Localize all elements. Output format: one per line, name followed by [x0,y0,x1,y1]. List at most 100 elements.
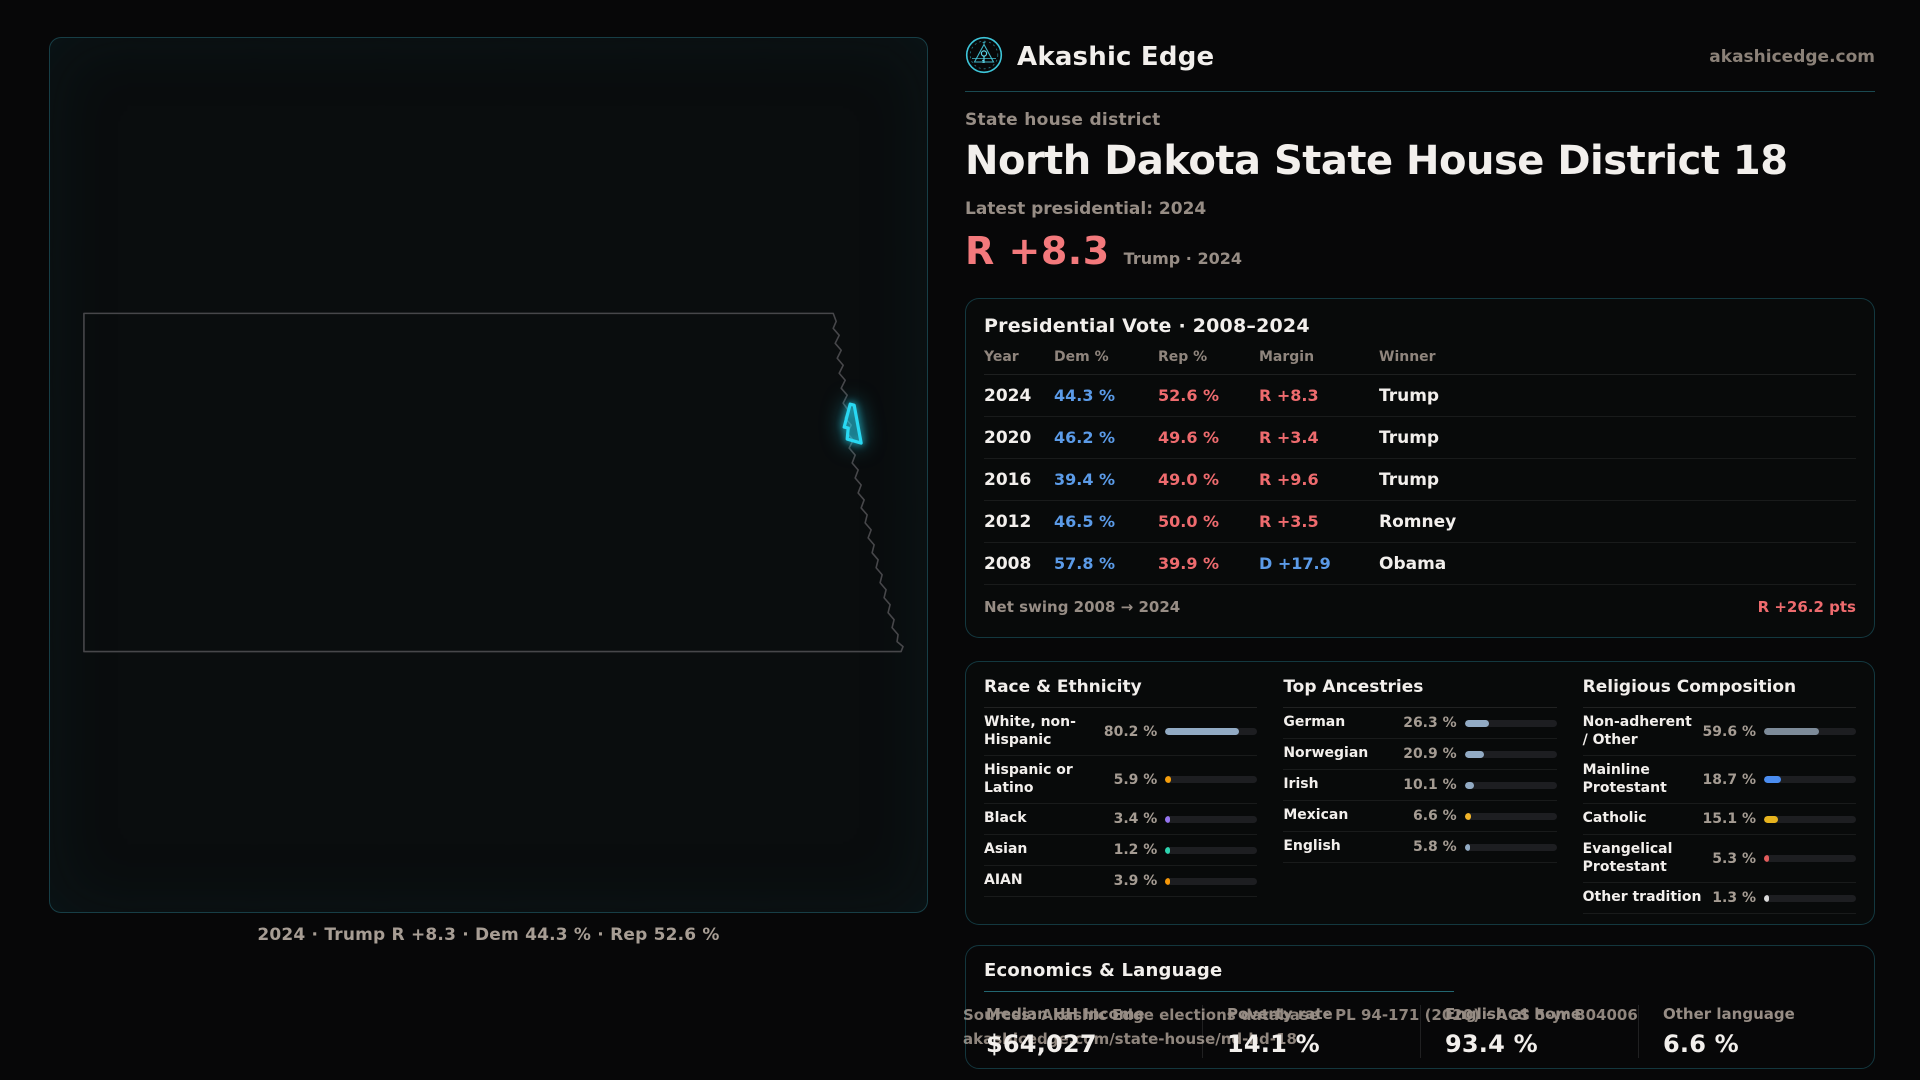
net-swing-label: Net swing 2008 → 2024 [984,598,1181,616]
ancestry-label: Norwegian [1283,745,1369,762]
religion-bar [1764,855,1856,862]
race-bar [1165,815,1258,823]
ancestries-section: Top Ancestries German 26.3 % Norwegian 2… [1283,677,1557,914]
year-cell: 2020 [984,427,1032,448]
ancestry-value: 26.3 % [1403,715,1457,731]
religion-label: Other tradition [1582,889,1702,906]
stat-label: Median HH Income [986,1005,1145,1023]
race-label: White, non-Hispanic [984,714,1076,748]
religion-label: Evangelical Protestant [1582,841,1673,875]
margin-cell: D +17.9 [1259,554,1331,573]
vote-table-row: 2016 39.4 % 49.0 % R +9.6 Trump [984,459,1856,501]
rep-cell: 39.9 % [1158,554,1220,573]
vote-table-header: Year Dem % Rep % Margin Winner [984,349,1856,375]
winner-cell: Trump [1379,469,1440,490]
margin-cell: R +8.3 [1259,386,1319,405]
headline-margin-context: Trump · 2024 [1123,249,1242,268]
dem-cell: 39.4 % [1054,470,1116,489]
map-caption: 2024 · Trump R +8.3 · Dem 44.3 % · Rep 5… [257,925,720,945]
race-section-title: Race & Ethnicity [984,677,1258,708]
religion-label: Non-adherent / Other [1582,714,1692,748]
state-outline [83,312,904,653]
race-bar [1165,877,1258,885]
brand-row: Akashic Edge akashicedge.com [965,36,1875,78]
margin-cell: R +3.4 [1259,428,1319,447]
ancestry-row: English 5.8 % [1283,832,1557,863]
religion-bar [1764,815,1856,823]
bar-fill [1464,781,1474,789]
religion-value: 1.3 % [1712,890,1756,906]
economics-divider [984,991,1454,992]
race-label: AIAN [984,872,1023,889]
year-cell: 2024 [984,385,1032,406]
religion-label: Catholic [1582,810,1647,827]
column-header-year: Year [984,349,1019,365]
religion-section: Religious Composition Non-adherent / Oth… [1582,677,1856,914]
page-title: North Dakota State House District 18 [965,138,1788,184]
vote-table-row: 2020 46.2 % 49.6 % R +3.4 Trump [984,417,1856,459]
net-swing-row: Net swing 2008 → 2024 R +26.2 pts [984,585,1856,616]
demographics-panel: Race & Ethnicity White, non-Hispanic 80.… [965,661,1875,925]
bar-fill [1165,846,1170,854]
race-row: AIAN 3.9 % [984,866,1258,897]
religion-value: 18.7 % [1702,771,1756,788]
bar-fill [1464,750,1484,758]
stat-label: Other language [1663,1005,1795,1023]
bar-fill [1764,776,1782,783]
rep-cell: 49.0 % [1158,470,1220,489]
vote-panel-title: Presidential Vote · 2008–2024 [984,315,1310,337]
ancestry-label: Mexican [1283,807,1349,824]
race-bar [1165,776,1258,783]
bar-fill [1464,719,1489,727]
stat-value: 6.6 % [1663,1030,1739,1058]
ancestry-label: German [1283,714,1346,731]
religion-row: Catholic 15.1 % [1582,804,1856,835]
ancestry-value: 5.8 % [1412,839,1457,855]
margin-cell: R +9.6 [1259,470,1319,489]
rep-cell: 50.0 % [1158,512,1220,531]
ancestry-label: Irish [1283,776,1319,793]
economics-language-panel: Economics & Language Median HH Income $6… [965,945,1875,1069]
stat-value: 93.4 % [1445,1030,1538,1058]
stat-value: $64,027 [986,1030,1097,1058]
column-header-winner: Winner [1379,349,1436,365]
race-label: Black [984,810,1027,827]
ancestry-bar [1464,750,1557,758]
bar-fill [1764,894,1769,902]
bar-fill [1165,728,1240,735]
margin-cell: R +3.5 [1259,512,1319,531]
ancestry-row: German 26.3 % [1283,708,1557,739]
dem-cell: 57.8 % [1054,554,1116,573]
net-swing-value: R +26.2 pts [1757,598,1856,616]
brand-name: Akashic Edge [1017,42,1215,72]
latest-presidential-label: Latest presidential: 2024 [965,199,1207,219]
ancestry-value: 6.6 % [1412,808,1457,824]
akashic-emblem-icon [965,36,1003,78]
religion-value: 5.3 % [1712,850,1756,867]
religion-bar [1764,728,1856,735]
race-row: Asian 1.2 % [984,835,1258,866]
ancestries-section-title: Top Ancestries [1283,677,1557,708]
winner-cell: Romney [1379,511,1457,532]
district-18-highlight[interactable] [842,402,863,445]
religion-row: Other tradition 1.3 % [1582,883,1856,914]
vote-table-row: 2008 57.8 % 39.9 % D +17.9 Obama [984,543,1856,585]
religion-bar [1764,776,1856,783]
ancestry-bar [1464,812,1557,820]
bar-fill [1464,812,1471,820]
rep-cell: 52.6 % [1158,386,1220,405]
stat-english-at-home: English at home 93.4 % [1420,1005,1638,1058]
brand-domain-link[interactable]: akashicedge.com [1709,47,1875,67]
bar-fill [1165,776,1171,783]
race-value: 80.2 % [1103,723,1158,740]
ancestry-bar [1464,781,1557,789]
bar-fill [1165,877,1170,885]
bar-fill [1764,855,1769,862]
state-map-panel [49,37,928,913]
bar-fill [1464,843,1470,851]
winner-cell: Trump [1379,427,1440,448]
header: Akashic Edge akashicedge.com State house… [965,0,1875,273]
stat-label: English at home [1445,1005,1582,1023]
dem-cell: 44.3 % [1054,386,1116,405]
year-cell: 2008 [984,553,1032,574]
